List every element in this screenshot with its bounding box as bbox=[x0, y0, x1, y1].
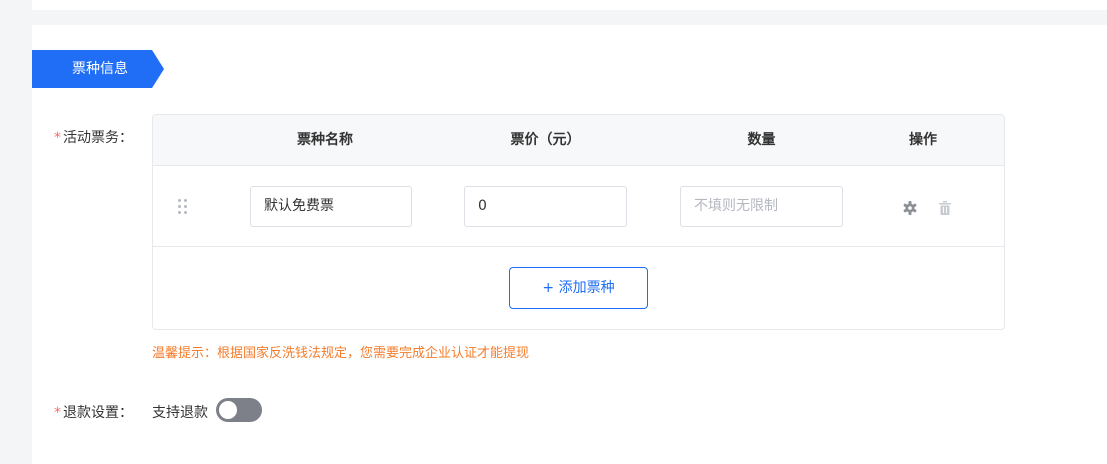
required-mark: * bbox=[54, 130, 61, 146]
trash-icon[interactable] bbox=[939, 201, 951, 215]
toggle-knob bbox=[219, 401, 237, 419]
add-ticket-button[interactable]: + 添加票种 bbox=[509, 267, 648, 309]
section-title: 票种信息 bbox=[32, 50, 164, 88]
tickets-label-text: 活动票务： bbox=[63, 130, 133, 146]
header-actions: 操作 bbox=[909, 132, 937, 148]
drag-handle-icon[interactable] bbox=[178, 199, 190, 215]
ticket-table: 票种名称 票价（元） 数量 操作 默认免费票 0 不填则无限制 + 添加票种 bbox=[152, 114, 1005, 330]
required-mark: * bbox=[54, 405, 61, 421]
header-ticket-name: 票种名称 bbox=[297, 132, 353, 148]
header-ticket-price: 票价（元） bbox=[510, 132, 581, 148]
refund-toggle[interactable] bbox=[216, 398, 262, 422]
top-card bbox=[32, 0, 1107, 10]
warning-tip: 温馨提示：根据国家反洗钱法规定，您需要完成企业认证才能提现 bbox=[152, 346, 530, 361]
table-row: 默认免费票 0 不填则无限制 bbox=[153, 166, 1004, 247]
table-header: 票种名称 票价（元） 数量 操作 bbox=[153, 115, 1004, 166]
ticket-quantity-input[interactable]: 不填则无限制 bbox=[680, 186, 843, 227]
header-quantity: 数量 bbox=[747, 132, 776, 148]
refund-label-text: 退款设置： bbox=[63, 405, 133, 421]
ticket-form-card: 票种信息 * 活动票务： 票种名称 票价（元） 数量 操作 默认免费票 0 不填则… bbox=[32, 25, 1107, 464]
gear-icon[interactable] bbox=[903, 201, 917, 215]
refund-label: * 退款设置： bbox=[54, 402, 133, 422]
ticket-price-input[interactable]: 0 bbox=[464, 186, 627, 227]
refund-toggle-label: 支持退款 bbox=[152, 405, 208, 421]
ticket-name-input[interactable]: 默认免费票 bbox=[250, 186, 412, 227]
tickets-label: * 活动票务： bbox=[54, 127, 133, 147]
